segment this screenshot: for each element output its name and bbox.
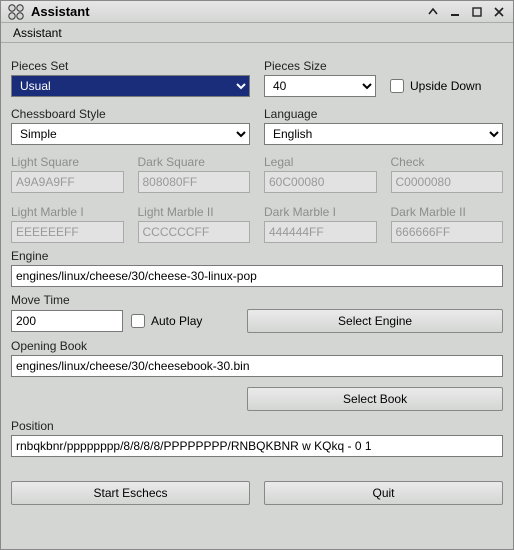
auto-play-input[interactable] — [131, 314, 145, 328]
chessboard-style-select[interactable]: Simple — [11, 123, 250, 145]
label-dark-square: Dark Square — [138, 155, 251, 169]
legal-input — [264, 171, 377, 193]
dark-marble-1-input — [264, 221, 377, 243]
light-marble-2-input — [138, 221, 251, 243]
label-dark-marble-1: Dark Marble I — [264, 205, 377, 219]
light-square-input — [11, 171, 124, 193]
minimize-icon[interactable] — [447, 4, 463, 20]
label-light-square: Light Square — [11, 155, 124, 169]
select-book-button[interactable]: Select Book — [247, 387, 503, 411]
app-icon — [7, 3, 25, 21]
label-check: Check — [391, 155, 504, 169]
quit-button[interactable]: Quit — [264, 481, 503, 505]
label-pieces-set: Pieces Set — [11, 59, 250, 73]
window-title: Assistant — [31, 4, 90, 19]
menu-assistant[interactable]: Assistant — [7, 24, 68, 42]
label-position: Position — [11, 419, 503, 433]
label-move-time: Move Time — [11, 293, 503, 307]
close-icon[interactable] — [491, 4, 507, 20]
label-dark-marble-2: Dark Marble II — [391, 205, 504, 219]
dark-marble-2-input — [391, 221, 504, 243]
label-light-marble-1: Light Marble I — [11, 205, 124, 219]
label-pieces-size: Pieces Size — [264, 59, 503, 73]
opening-book-input[interactable] — [11, 355, 503, 377]
upside-down-input[interactable] — [390, 79, 404, 93]
pieces-size-select[interactable]: 40 — [264, 75, 376, 97]
position-input[interactable] — [11, 435, 503, 457]
label-engine: Engine — [11, 249, 503, 263]
dark-square-input — [138, 171, 251, 193]
label-language: Language — [264, 107, 503, 121]
auto-play-label: Auto Play — [151, 314, 202, 328]
maximize-icon[interactable] — [469, 4, 485, 20]
language-select[interactable]: English — [264, 123, 503, 145]
upside-down-label: Upside Down — [410, 79, 481, 93]
engine-input[interactable] — [11, 265, 503, 287]
label-light-marble-2: Light Marble II — [138, 205, 251, 219]
menubar: Assistant — [1, 23, 513, 43]
titlebar: Assistant — [1, 1, 513, 23]
pieces-set-select[interactable]: Usual — [11, 75, 250, 97]
start-eschecs-button[interactable]: Start Eschecs — [11, 481, 250, 505]
upside-down-checkbox[interactable]: Upside Down — [390, 75, 481, 97]
move-time-input[interactable] — [11, 310, 123, 332]
label-chessboard-style: Chessboard Style — [11, 107, 250, 121]
label-legal: Legal — [264, 155, 377, 169]
auto-play-checkbox[interactable]: Auto Play — [131, 310, 202, 332]
label-opening-book: Opening Book — [11, 339, 503, 353]
select-engine-button[interactable]: Select Engine — [247, 309, 503, 333]
check-input — [391, 171, 504, 193]
light-marble-1-input — [11, 221, 124, 243]
rollup-icon[interactable] — [425, 4, 441, 20]
